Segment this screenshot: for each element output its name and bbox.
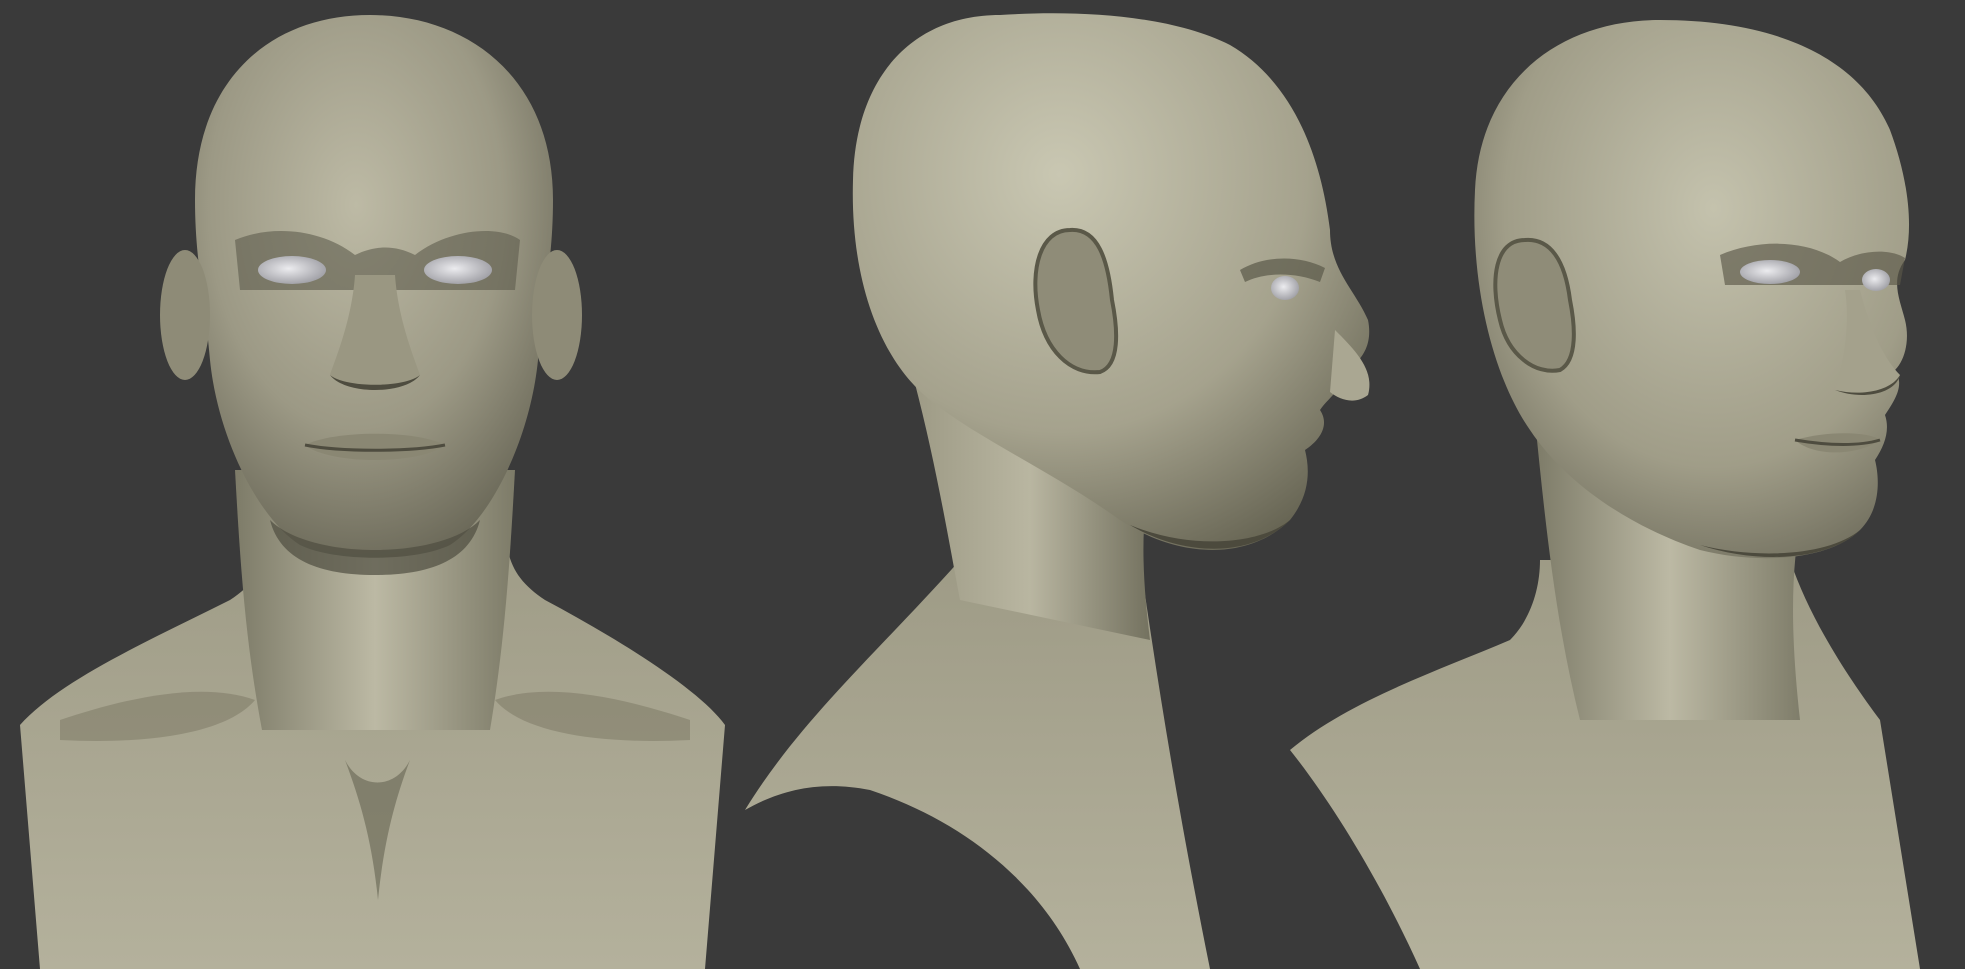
three-quarter-view-bust bbox=[1290, 20, 1920, 969]
sculpt-renders bbox=[20, 13, 1920, 969]
side-view-bust bbox=[745, 13, 1370, 969]
front-view-bust bbox=[20, 15, 725, 969]
tq-eye-left bbox=[1740, 260, 1800, 284]
front-ear-left bbox=[160, 250, 210, 380]
front-eye-left bbox=[258, 256, 326, 284]
side-eye bbox=[1271, 276, 1299, 300]
tq-eye-right bbox=[1862, 269, 1890, 291]
front-ear-right bbox=[532, 250, 582, 380]
front-eye-right bbox=[424, 256, 492, 284]
render-canvas bbox=[0, 0, 1965, 969]
